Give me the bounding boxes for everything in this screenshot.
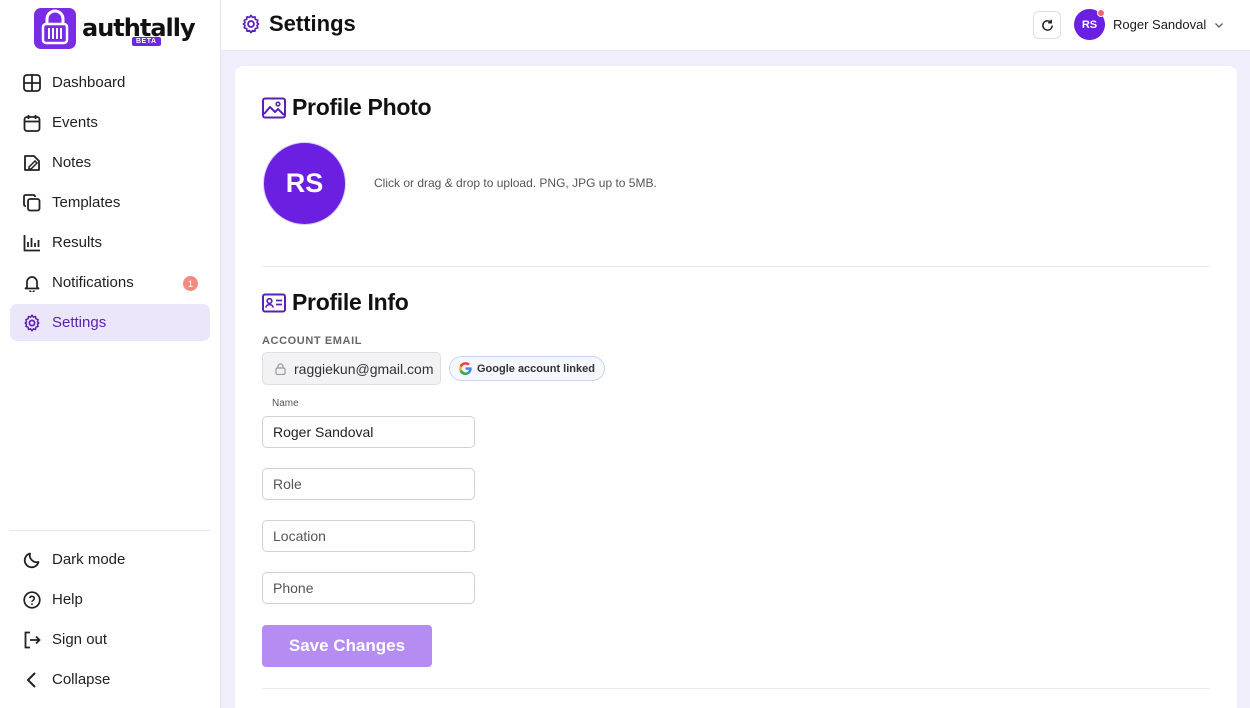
upload-hint: Click or drag & drop to upload. PNG, JPG… xyxy=(374,176,657,190)
avatar-initials: RS xyxy=(1081,18,1098,31)
section-title-text: Profile Info xyxy=(292,289,409,315)
lock-tally-logo-icon xyxy=(34,8,76,49)
copy-icon xyxy=(22,193,42,213)
name-label: Name xyxy=(272,398,299,409)
main-nav: Dashboard Events Notes Templates Results xyxy=(10,64,210,344)
page-title: Settings xyxy=(241,11,356,37)
avatar: RS xyxy=(1074,9,1105,40)
profile-photo-heading: Profile Photo xyxy=(262,94,432,121)
sidebar-item-label: Dark mode xyxy=(52,551,126,568)
settings-card: Profile Photo RS Click or drag & drop to… xyxy=(235,66,1237,708)
sidebar-item-notes[interactable]: Notes xyxy=(10,144,210,181)
sign-out-button[interactable]: Sign out xyxy=(10,621,210,658)
google-linked-badge: Google account linked xyxy=(449,356,605,381)
top-header: Settings RS Roger Sandoval xyxy=(221,0,1250,51)
calendar-icon xyxy=(22,113,42,133)
sidebar-item-results[interactable]: Results xyxy=(10,224,210,261)
sidebar-item-events[interactable]: Events xyxy=(10,104,210,141)
page-title-text: Settings xyxy=(269,11,356,36)
sidebar-item-dashboard[interactable]: Dashboard xyxy=(10,64,210,101)
status-dot xyxy=(1097,9,1105,17)
lock-icon xyxy=(275,362,286,375)
avatar-initials: RS xyxy=(285,168,324,198)
location-input[interactable] xyxy=(262,520,475,552)
app-logo[interactable]: authtally xyxy=(34,8,196,56)
user-name: Roger Sandoval xyxy=(1113,17,1207,32)
sidebar-item-label: Notes xyxy=(52,154,92,171)
gear-icon xyxy=(22,313,42,333)
sidebar-item-label: Help xyxy=(52,591,83,608)
gear-icon xyxy=(241,14,261,34)
help-link[interactable]: Help xyxy=(10,581,210,618)
account-email-label: ACCOUNT EMAIL xyxy=(262,335,363,347)
dashboard-icon xyxy=(22,73,42,93)
bar-chart-icon xyxy=(22,233,42,253)
chevron-down-icon xyxy=(1214,20,1224,30)
sidebar-item-label: Sign out xyxy=(52,631,108,648)
google-icon xyxy=(459,362,472,375)
phone-input[interactable] xyxy=(262,572,475,604)
name-input[interactable] xyxy=(262,416,475,448)
bell-icon xyxy=(22,273,42,293)
section-divider xyxy=(262,266,1210,267)
account-email-value: raggiekun@gmail.com xyxy=(294,360,434,377)
sidebar-item-label: Settings xyxy=(52,314,107,331)
user-menu[interactable]: RS Roger Sandoval xyxy=(1074,9,1224,40)
profile-info-heading: Profile Info xyxy=(262,289,409,316)
chevron-left-icon xyxy=(22,670,42,690)
dark-mode-toggle[interactable]: Dark mode xyxy=(10,541,210,578)
id-card-icon xyxy=(262,293,286,313)
sidebar-item-notifications[interactable]: Notifications 1 xyxy=(10,264,210,301)
notification-count-badge: 1 xyxy=(183,276,198,291)
image-icon xyxy=(262,97,286,119)
note-icon xyxy=(22,153,42,173)
sidebar-item-label: Templates xyxy=(52,194,121,211)
save-changes-button[interactable]: Save Changes xyxy=(262,625,432,667)
refresh-icon xyxy=(1041,19,1054,32)
profile-photo-upload[interactable]: RS xyxy=(263,142,346,225)
account-email-field: raggiekun@gmail.com xyxy=(262,352,441,385)
sidebar-item-label: Collapse xyxy=(52,671,111,688)
sidebar-footer: Dark mode Help Sign out Collapse xyxy=(10,530,210,701)
sidebar: authtally BETA Dashboard Events Notes Te xyxy=(0,0,221,708)
collapse-sidebar-button[interactable]: Collapse xyxy=(10,661,210,698)
sidebar-item-label: Dashboard xyxy=(52,74,126,91)
help-circle-icon xyxy=(22,590,42,610)
sidebar-item-label: Notifications xyxy=(52,274,134,291)
sidebar-item-templates[interactable]: Templates xyxy=(10,184,210,221)
refresh-button[interactable] xyxy=(1033,11,1061,39)
section-title-text: Profile Photo xyxy=(292,94,432,120)
sidebar-item-label: Results xyxy=(52,234,103,251)
sidebar-item-label: Events xyxy=(52,114,98,131)
role-input[interactable] xyxy=(262,468,475,500)
google-linked-text: Google account linked xyxy=(477,362,595,375)
moon-icon xyxy=(22,550,42,570)
section-divider xyxy=(262,688,1210,689)
sidebar-item-settings[interactable]: Settings xyxy=(10,304,210,341)
beta-badge: BETA xyxy=(132,37,161,46)
sign-out-icon xyxy=(22,630,42,650)
